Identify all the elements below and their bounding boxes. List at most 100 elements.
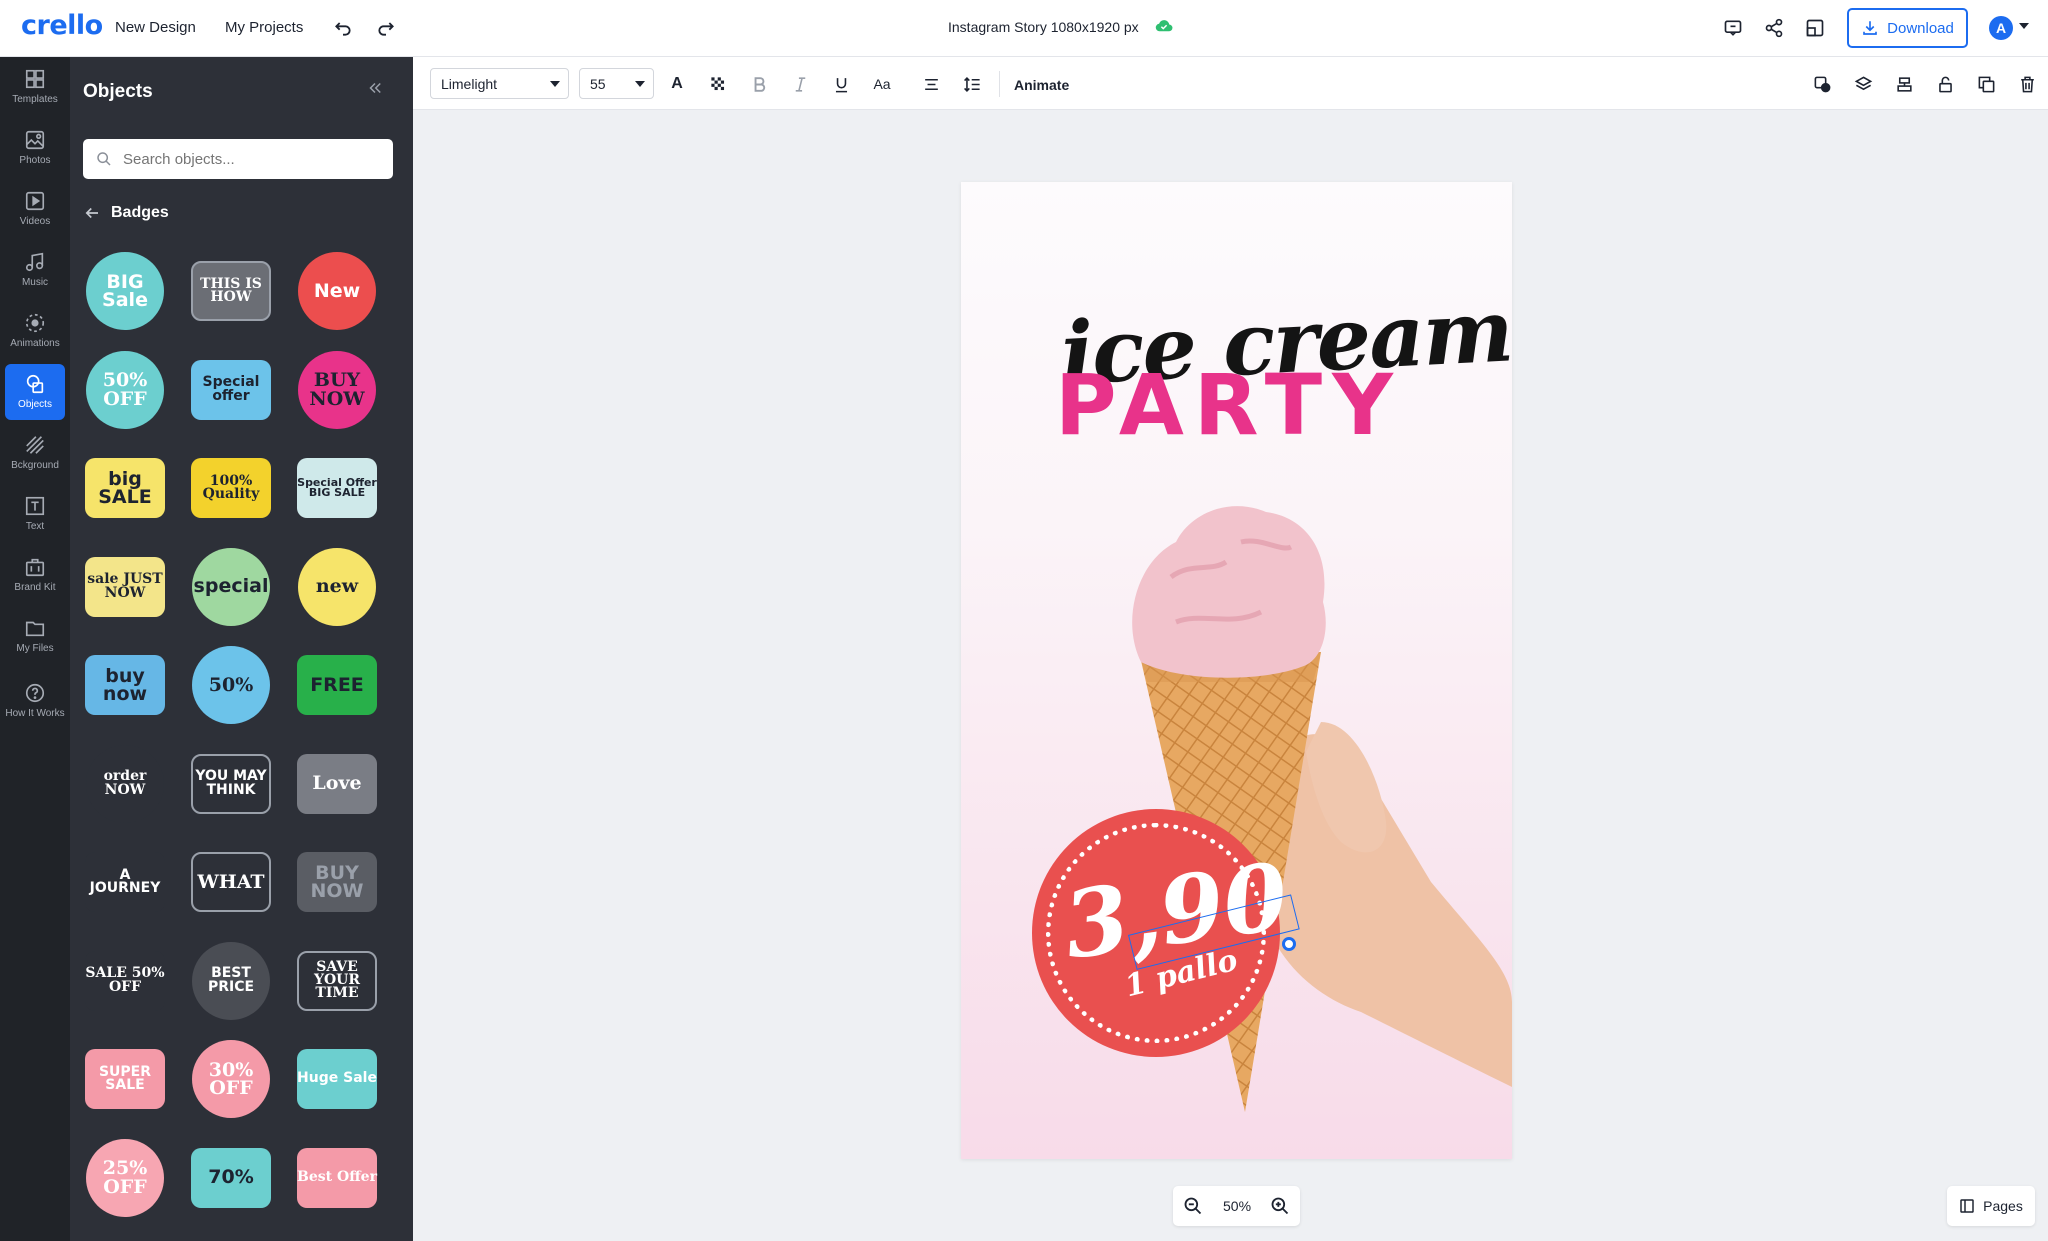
chevron-down-icon <box>550 81 560 87</box>
badge-graphic: special <box>192 547 270 626</box>
badge-graphic: sale JUST NOW <box>85 556 165 617</box>
badge-graphic: 100% Quality <box>191 458 271 518</box>
my-projects-link[interactable]: My Projects <box>225 19 303 36</box>
align-center-icon[interactable] <box>916 69 946 99</box>
top-bar: crello New Design My Projects Instagram … <box>0 0 2048 57</box>
badge-item[interactable]: FREE <box>295 643 379 727</box>
badge-item[interactable]: SAVE YOUR TIME <box>295 939 379 1023</box>
badge-item[interactable]: A JOURNEY <box>83 840 167 924</box>
rail-label: Photos <box>19 155 51 166</box>
badge-item[interactable]: Best Offer <box>295 1136 379 1220</box>
undo-icon[interactable] <box>326 11 360 45</box>
badge-item[interactable]: YOU MAY THINK <box>189 742 273 826</box>
videos-icon <box>25 191 45 211</box>
font-family-select[interactable]: Limelight <box>430 68 569 99</box>
rail-item-brand-kit[interactable]: Brand Kit <box>5 547 65 603</box>
search-input[interactable] <box>83 139 393 179</box>
rail-item-photos[interactable]: Photos <box>5 120 65 176</box>
back-to-categories[interactable]: Badges <box>83 204 169 222</box>
badge-item[interactable]: BIG Sale <box>83 249 167 333</box>
rail-label: Objects <box>18 399 52 410</box>
photos-icon <box>25 130 45 150</box>
zoom-control: 50% <box>1173 1186 1300 1226</box>
rail-item-videos[interactable]: Videos <box>5 181 65 237</box>
arrow-left-icon <box>85 207 98 219</box>
brand-kit-icon <box>25 558 45 577</box>
line-spacing-icon[interactable] <box>957 69 987 99</box>
badge-item[interactable]: Love <box>295 742 379 826</box>
badge-item[interactable]: big SALE <box>83 446 167 530</box>
duplicate-icon[interactable] <box>1971 69 2001 99</box>
badge-graphic: 50% <box>192 646 270 724</box>
badge-item[interactable]: BUY NOW <box>295 348 379 432</box>
lock-icon[interactable] <box>1930 69 1960 99</box>
effects-icon[interactable] <box>1807 69 1837 99</box>
badge-item[interactable]: Special Offer BIG SALE <box>295 446 379 530</box>
document-title[interactable]: Instagram Story 1080x1920 px <box>948 19 1139 35</box>
chevron-down-icon[interactable] <box>2019 23 2029 29</box>
pages-button[interactable]: Pages <box>1947 1186 2035 1226</box>
rail-item-objects[interactable]: Objects <box>5 364 65 420</box>
new-design-link[interactable]: New Design <box>115 19 196 36</box>
share-icon[interactable] <box>1757 11 1791 45</box>
crello-logo[interactable]: crello <box>21 10 103 41</box>
badge-item[interactable]: WHAT <box>189 840 273 924</box>
badge-item[interactable]: 50% <box>189 643 273 727</box>
badge-item[interactable]: Special offer <box>189 348 273 432</box>
transparency-icon[interactable] <box>703 69 733 99</box>
delete-icon[interactable] <box>2012 69 2042 99</box>
objects-panel: Objects Badges BIG Sale THIS IS HOW New 50%… <box>70 57 413 1241</box>
rail-item-background[interactable]: Bckground <box>5 425 65 481</box>
badge-item[interactable]: 70% <box>189 1136 273 1220</box>
badge-graphic: New <box>298 252 376 330</box>
toolbar-divider <box>999 71 1000 97</box>
rail-item-music[interactable]: Music <box>5 242 65 298</box>
rail-item-animations[interactable]: Animations <box>5 303 65 359</box>
text-case-button[interactable]: Aa <box>867 69 897 99</box>
resize-icon[interactable] <box>1798 11 1832 45</box>
badge-item[interactable]: 50% OFF <box>83 348 167 432</box>
position-icon[interactable] <box>1889 69 1919 99</box>
download-icon <box>1863 21 1877 35</box>
my-files-icon <box>25 621 45 637</box>
badge-item[interactable]: THIS IS HOW <box>189 249 273 333</box>
animate-button[interactable]: Animate <box>1014 77 1069 93</box>
zoom-in-icon[interactable] <box>1270 1196 1290 1216</box>
badge-item[interactable]: BEST PRICE <box>189 939 273 1023</box>
badge-graphic: new <box>298 547 376 626</box>
italic-icon[interactable] <box>785 69 815 99</box>
rail-item-how-it-works[interactable]: How It Works <box>5 669 65 733</box>
zoom-value: 50% <box>1223 1198 1252 1214</box>
section-title: Badges <box>111 204 169 221</box>
badge-graphic: BUY NOW <box>298 350 376 429</box>
badge-item[interactable]: new <box>295 545 379 629</box>
rail-item-my-files[interactable]: My Files <box>5 608 65 664</box>
design-canvas[interactable]: ice cream PARTY 3,90 1 pallo <box>961 182 1512 1159</box>
badge-item[interactable]: 30% OFF <box>189 1037 273 1121</box>
rail-item-text[interactable]: Text <box>5 486 65 542</box>
badge-item[interactable]: special <box>189 545 273 629</box>
badge-item[interactable]: sale JUST NOW <box>83 545 167 629</box>
download-button[interactable]: Download <box>1847 8 1968 48</box>
badge-item[interactable]: BUY NOW <box>295 840 379 924</box>
badge-item[interactable]: New <box>295 249 379 333</box>
badge-item[interactable]: 25% OFF <box>83 1136 167 1220</box>
underline-icon[interactable] <box>826 69 856 99</box>
zoom-out-icon[interactable] <box>1183 1196 1203 1216</box>
badge-item[interactable]: SALE 50% OFF <box>83 939 167 1023</box>
font-size-select[interactable]: 55 <box>579 68 654 99</box>
redo-icon[interactable] <box>369 11 403 45</box>
collapse-panel-icon[interactable] <box>366 79 384 103</box>
rail-item-templates[interactable]: Templates <box>5 59 65 115</box>
avatar[interactable]: A <box>1989 16 2013 40</box>
badge-item[interactable]: 100% Quality <box>189 446 273 530</box>
comment-icon[interactable] <box>1716 11 1750 45</box>
badge-item[interactable]: SUPER SALE <box>83 1037 167 1121</box>
text-color-button[interactable]: A <box>662 69 692 99</box>
layers-icon[interactable] <box>1848 69 1878 99</box>
badge-item[interactable]: Huge Sale <box>295 1037 379 1121</box>
resize-handle[interactable] <box>1282 937 1296 951</box>
bold-icon[interactable] <box>744 69 774 99</box>
badge-item[interactable]: order NOW <box>83 742 167 826</box>
badge-item[interactable]: buy now <box>83 643 167 727</box>
